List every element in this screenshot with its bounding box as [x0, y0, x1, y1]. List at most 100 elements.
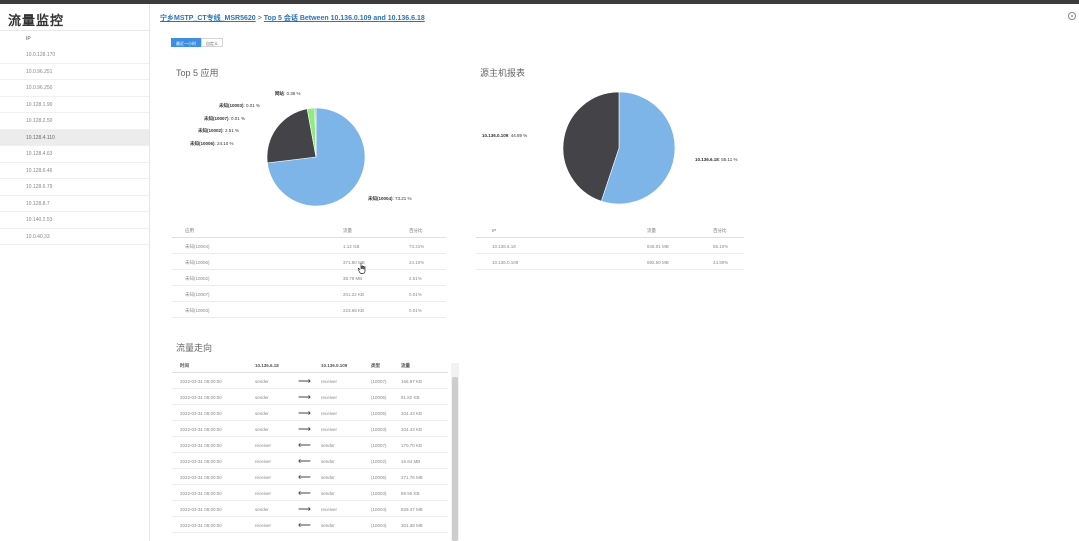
pie-label-host-109: 10.136.0.109: 44.89 % [482, 133, 528, 138]
sidebar-ip-item[interactable]: 10.128.6.46 [0, 163, 149, 179]
hosts-table-cell: 692.50 MB [647, 260, 669, 265]
flow-table-header-row: 时间 10.136.6.18 10.136.0.109 类型 流量 [172, 357, 448, 373]
flow-column-header[interactable]: 时间 [180, 363, 189, 369]
sidebar-ip-item[interactable]: 10.0.96.250 [0, 80, 149, 97]
sidebar-ip-item[interactable]: 10.128.6.79 [0, 179, 149, 196]
arrow-right-icon: ⟶ [298, 392, 311, 402]
hosts-table-column-header[interactable]: IP [492, 228, 496, 233]
flow-cell-type: (10004) [371, 523, 387, 528]
flow-cell-a: sender [255, 411, 269, 416]
hosts-table-cell: 10.136.6.18 [492, 244, 516, 249]
flow-cell-a: sender [255, 507, 269, 512]
apps-table-cell: 未知(10002) [185, 276, 210, 281]
apps-table-cell: 未知(10004) [185, 244, 210, 249]
flow-table-row[interactable]: 2022-03-31 09:00:00 receiver sender (10003)… [172, 485, 448, 501]
breadcrumb-device-link[interactable]: 宁乡MSTP_CT专线_MSR5620 [160, 15, 256, 22]
flow-table-row[interactable]: 2022-03-31 09:00:00 sender receiver (10003)… [172, 421, 448, 437]
apps-table-column-header[interactable]: 百分比 [409, 228, 423, 234]
hosts-section-title: 源主机报表 [480, 68, 526, 78]
apps-table-row[interactable]: 未知(10002) 38.78 MB 2.51% [172, 270, 446, 286]
apps-table-row[interactable]: 未知(10004) 1.12 GB 73.21% [172, 238, 446, 254]
hosts-table-column-header[interactable]: 百分比 [713, 228, 727, 234]
flow-column-header[interactable]: 10.136.6.18 [255, 363, 279, 368]
flow-cell-b: sender [321, 523, 335, 528]
sidebar-ip-item[interactable]: 10.128.4.63 [0, 146, 149, 163]
arrow-right-icon: ⟶ [298, 504, 311, 514]
flow-cell-time: 2022-03-31 09:00:00 [180, 507, 222, 512]
sidebar-ip-item[interactable]: 10.0.96.251 [0, 64, 149, 80]
flow-table-row[interactable]: 2022-03-31 09:00:00 sender receiver (10005)… [172, 405, 448, 421]
sidebar-ip-item[interactable]: 10.140.2.53 [0, 212, 149, 229]
pie-label-10004: 未知(10004): 73.21 % [368, 196, 412, 201]
hosts-table-column-header[interactable]: 流量 [647, 228, 656, 234]
flow-cell-size: 829.47 MB [401, 507, 423, 512]
sidebar-ip-item[interactable]: 10.0.128.170 [0, 47, 149, 64]
apps-table-column-header[interactable]: 应用 [185, 228, 194, 234]
arrow-left-icon: ⟵ [298, 520, 311, 530]
flow-cell-b: sender [321, 459, 335, 464]
hosts-table-cell: 10.136.0.109 [492, 260, 519, 265]
tab-custom[interactable]: 自定义 [201, 38, 223, 47]
sidebar-ip-item[interactable]: 10.128.2.50 [0, 113, 149, 130]
apps-table-row[interactable]: 未知(10006) 371.80 MB 24.10% [172, 254, 446, 270]
window-top-bar [0, 0, 1079, 4]
flow-cell-size: 371.76 MB [401, 475, 423, 480]
flow-table-row[interactable]: 2022-03-31 09:00:00 sender receiver (10007)… [172, 373, 448, 389]
flow-cell-a: sender [255, 427, 269, 432]
hosts-table-row[interactable]: 10.136.0.109 692.50 MB 44.90% [476, 254, 744, 270]
flow-table-row[interactable]: 2022-03-31 09:00:00 receiver sender (10007)… [172, 437, 448, 453]
hosts-table-row[interactable]: 10.136.6.18 845.01 MB 55.10% [476, 238, 744, 254]
apps-table-row[interactable]: 未知(10007) 201.22 KB 0.01% [172, 286, 446, 302]
flow-column-header[interactable]: 10.136.0.109 [321, 363, 347, 368]
flow-cell-type: (10004) [371, 507, 387, 512]
apps-table-column-header[interactable]: 流量 [343, 228, 352, 234]
flow-cell-time: 2022-03-31 09:00:00 [180, 475, 222, 480]
arrow-left-icon: ⟵ [298, 472, 311, 482]
flow-cell-type: (10006) [371, 395, 387, 400]
apps-table-row[interactable]: 未知(10003) 223.98 KB 0.01% [172, 302, 446, 318]
flow-cell-type: (10005) [371, 411, 387, 416]
flow-cell-type: (10003) [371, 491, 387, 496]
tab-last-hour[interactable]: 最近一小时 [171, 38, 201, 47]
apps-table-cell: 2.51% [409, 276, 422, 281]
pie-label-website: 网站: 0.36 % [275, 91, 301, 96]
breadcrumb-current[interactable]: Top 5 会话 Between 10.136.0.109 and 10.136… [264, 15, 425, 22]
flow-table-scrollbar[interactable] [451, 363, 459, 541]
time-range-tabs: 最近一小时 自定义 [171, 38, 223, 47]
pie-label-10007: 未知(10007): 0.01 % [204, 116, 246, 121]
hosts-table-header-row: IP 流量 百分比 [476, 222, 744, 238]
flow-table-row[interactable]: 2022-03-31 09:00:00 sender receiver (10006)… [172, 389, 448, 405]
sidebar-ip-item[interactable]: 10.128.4.110 [0, 129, 149, 146]
apps-table-cell: 223.98 KB [343, 308, 365, 313]
flow-cell-time: 2022-03-31 09:00:00 [180, 443, 222, 448]
flow-cell-size: 89.55 KB [401, 491, 420, 496]
flow-table-row[interactable]: 2022-03-31 09:00:00 sender receiver (10004)… [172, 501, 448, 517]
pie-label-10006: 未知(10006): 24.10 % [190, 141, 234, 146]
flow-cell-time: 2022-03-31 09:00:00 [180, 427, 222, 432]
flow-table-row[interactable]: 2022-03-31 09:00:00 receiver sender (10006)… [172, 469, 448, 485]
scrollbar-thumb[interactable] [452, 377, 458, 541]
settings-icon[interactable] [1068, 12, 1076, 20]
pie-label-10002: 未知(10002): 2.51 % [198, 128, 240, 133]
apps-pie-chart [266, 107, 366, 207]
flow-table-row[interactable]: 2022-03-31 09:00:00 receiver sender (10004)… [172, 517, 448, 533]
flow-cell-type: (10007) [371, 443, 387, 448]
flow-column-header[interactable]: 类型 [371, 363, 380, 369]
sidebar-ip-item[interactable]: 10.128.8.7 [0, 196, 149, 212]
pie-label-10003: 未知(10003): 0.01 % [219, 103, 261, 108]
flow-cell-size: 170.70 KB [401, 443, 423, 448]
flow-cell-b: sender [321, 475, 335, 480]
sidebar-ip-item[interactable]: 10.0.40.33 [0, 229, 149, 245]
flow-table-row[interactable]: 2022-03-31 09:00:00 receiver sender (10002)… [172, 453, 448, 469]
apps-table-cell: 24.10% [409, 260, 425, 265]
flow-cell-a: receiver [255, 491, 272, 496]
flow-column-header[interactable]: 流量 [401, 363, 410, 369]
flow-cell-a: receiver [255, 443, 272, 448]
sidebar-ip-item[interactable]: 10.128.1.90 [0, 97, 149, 113]
flow-cell-time: 2022-03-31 09:00:00 [180, 395, 222, 400]
arrow-left-icon: ⟵ [298, 440, 311, 450]
arrow-left-icon: ⟵ [298, 488, 311, 498]
flow-cell-type: (10007) [371, 379, 387, 384]
apps-table-cell: 未知(10006) [185, 260, 210, 265]
arrow-right-icon: ⟶ [298, 424, 311, 434]
